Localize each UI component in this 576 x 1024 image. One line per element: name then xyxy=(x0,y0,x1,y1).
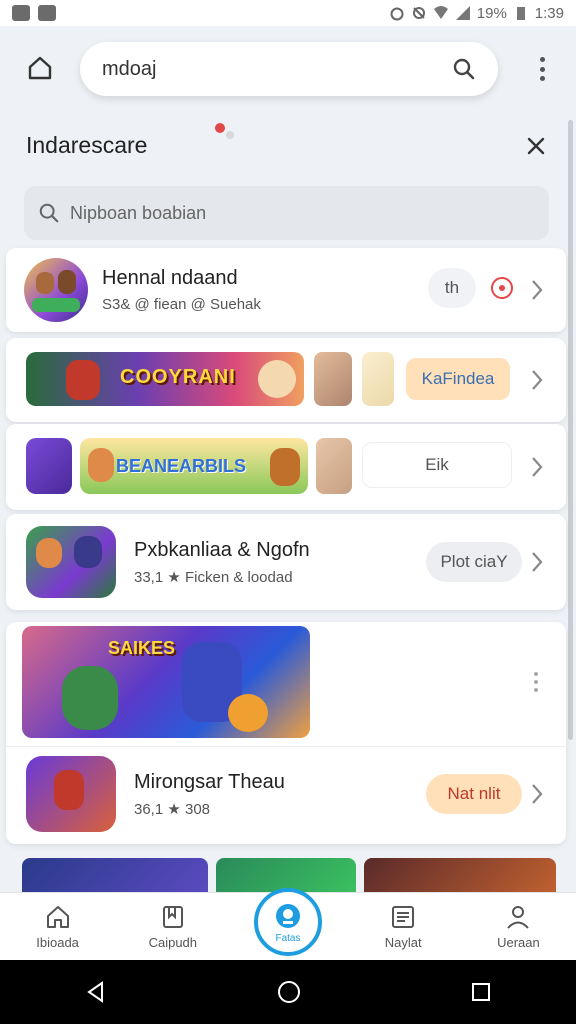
mute-icon xyxy=(412,7,425,19)
nav-item-center[interactable]: Fatas xyxy=(254,888,322,956)
wifi-icon xyxy=(433,6,448,19)
home-icon xyxy=(28,56,52,80)
game-icon xyxy=(26,526,116,598)
home-icon xyxy=(46,906,69,928)
system-nav-bar xyxy=(0,960,576,1024)
nav-label: Ueraan xyxy=(497,935,540,950)
more-options-button[interactable] xyxy=(532,54,552,84)
scrollbar[interactable] xyxy=(568,120,573,740)
game-banner: COOYRANI xyxy=(26,352,304,406)
thumbnail xyxy=(314,352,352,406)
nav-label: Naylat xyxy=(384,935,422,950)
person-icon xyxy=(507,906,530,929)
search-input[interactable]: mdoaj xyxy=(102,58,452,81)
more-options-button[interactable] xyxy=(534,672,540,692)
chevron-right-icon[interactable] xyxy=(530,278,544,302)
item-action-button[interactable]: Nat nlit xyxy=(426,774,522,814)
bookmark-icon xyxy=(162,906,183,928)
game-icon xyxy=(24,258,88,322)
thumbnail xyxy=(316,438,352,494)
list-item[interactable]: Hennal ndaand S3& @ fiean @ Suehak th xyxy=(6,248,566,332)
app-notification-icon xyxy=(12,5,30,21)
clock: 1:39 xyxy=(534,4,564,22)
center-icon xyxy=(276,903,300,928)
battery-icon xyxy=(516,7,525,20)
record-icon[interactable] xyxy=(490,276,514,300)
search-icon[interactable] xyxy=(452,57,476,81)
top-bar: mdoaj xyxy=(0,26,576,110)
featured-card[interactable]: SAIKES Mirongsar Theau 36,1 ★ 308 Nat nl… xyxy=(6,622,566,844)
thumbnail[interactable] xyxy=(22,858,208,892)
item-subtitle: 36,1 ★ 308 xyxy=(134,800,211,818)
nav-item-bookmark[interactable]: Caipudh xyxy=(115,893,230,960)
close-button[interactable] xyxy=(520,130,552,162)
filter-placeholder: Nipboan boabian xyxy=(70,202,207,223)
banner-title: BEANEARBILS xyxy=(116,456,247,476)
item-action-button[interactable]: KaFindea xyxy=(406,358,510,400)
app-notification-icon-2 xyxy=(38,5,56,21)
nav-label: Ibioada xyxy=(36,935,79,950)
nav-label: Fatas xyxy=(275,932,301,944)
thumbnail[interactable] xyxy=(364,858,556,892)
game-banner: BEANEARBILS xyxy=(80,438,308,494)
nav-item-home[interactable]: Ibioada xyxy=(0,893,115,960)
nav-item-profile[interactable]: Ueraan xyxy=(461,893,576,960)
list-item[interactable]: Pxbkanliaa & Ngofn 33,1 ★ Ficken & looda… xyxy=(6,514,566,610)
nav-label: Caipudh xyxy=(148,935,198,950)
game-icon xyxy=(26,756,116,832)
item-subtitle: S3& @ fiean @ Suehak xyxy=(102,296,261,313)
nav-item-news[interactable]: Naylat xyxy=(346,893,461,960)
status-bar: 19% 1:39 xyxy=(0,0,576,26)
game-icon xyxy=(26,438,72,494)
banner-title: SAIKES xyxy=(108,638,176,658)
banner-title: COOYRANI xyxy=(120,366,236,388)
home-circle-icon[interactable] xyxy=(276,979,302,1005)
recents-icon[interactable] xyxy=(470,981,492,1003)
item-action-button[interactable]: Plot ciaY xyxy=(426,542,522,582)
item-subtitle: 33,1 ★ Ficken & loodad xyxy=(134,568,293,586)
item-action-button[interactable]: Eik xyxy=(362,442,512,488)
home-button[interactable] xyxy=(20,48,60,88)
thumbnail xyxy=(362,352,394,406)
list-item[interactable]: BEANEARBILS Eik xyxy=(6,424,566,510)
chevron-right-icon[interactable] xyxy=(530,550,544,574)
battery-percent: 19% xyxy=(476,4,507,22)
thumbnail[interactable] xyxy=(216,858,356,892)
item-title: Pxbkanliaa & Ngofn xyxy=(134,538,310,561)
signal-icon xyxy=(455,6,470,20)
chevron-right-icon[interactable] xyxy=(530,455,544,479)
alarm-icon xyxy=(390,7,404,21)
notification-dot xyxy=(215,123,225,133)
featured-banner[interactable]: SAIKES xyxy=(22,626,310,738)
item-action-button[interactable]: th xyxy=(428,268,476,308)
item-title: Mirongsar Theau xyxy=(134,770,285,793)
chevron-right-icon[interactable] xyxy=(530,368,544,392)
results-panel: Nipboan boabian Hennal ndaand S3& @ fiea… xyxy=(6,178,566,858)
decorative-dot xyxy=(226,131,234,139)
search-bar[interactable]: mdoaj xyxy=(80,42,498,96)
item-title: Hennal ndaand xyxy=(102,267,238,289)
news-icon xyxy=(392,906,415,928)
panel-title: Indarescare xyxy=(26,132,148,158)
search-icon xyxy=(39,203,59,223)
filter-input[interactable]: Nipboan boabian xyxy=(24,186,549,240)
chevron-right-icon[interactable] xyxy=(530,782,544,806)
list-item[interactable]: COOYRANI KaFindea xyxy=(6,338,566,422)
back-icon[interactable] xyxy=(84,980,108,1004)
close-icon xyxy=(527,137,545,155)
